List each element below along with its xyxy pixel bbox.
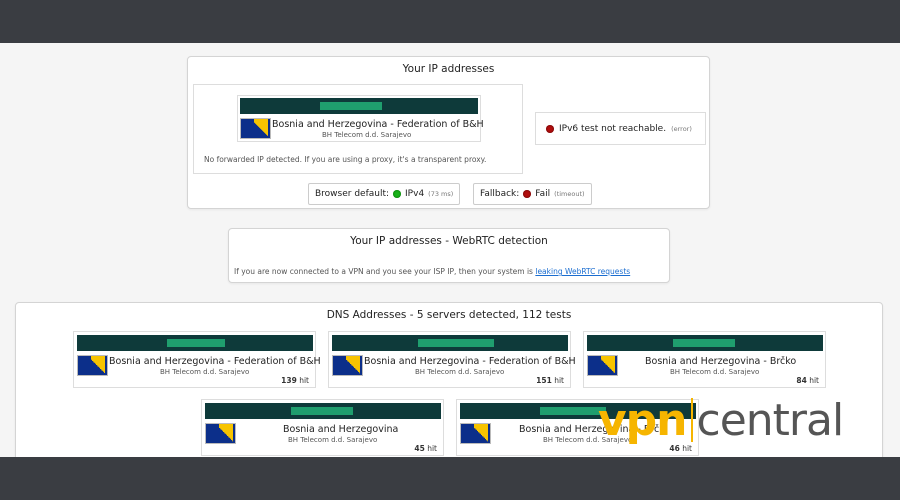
bottom-bar: [0, 457, 900, 500]
dns-country: Bosnia and Herzegovina - Federation of B…: [364, 356, 576, 367]
ipv6-status-detail: (error): [671, 125, 692, 133]
leaking-webrtc-link[interactable]: leaking WebRTC requests: [535, 267, 630, 276]
webrtc-note-text: If you are now connected to a VPN and yo…: [234, 267, 533, 276]
dns-country: Bosnia and Herzegovina - Federation of B…: [109, 356, 321, 367]
dns-country: Bosnia and Herzegovina - Brčko: [645, 356, 797, 367]
fallback-pill: Fallback: Fail (timeout): [473, 183, 592, 205]
webrtc-panel: Your IP addresses - WebRTC detection If …: [228, 228, 670, 283]
redacted-dns-ip: [205, 403, 441, 419]
dns-hit-count: 151 hit: [536, 376, 564, 385]
watermark-vpn-text: vpn: [598, 394, 688, 446]
browser-default-pill: Browser default: IPv4 (73 ms): [308, 183, 461, 205]
browser-default-label: Browser default:: [315, 189, 390, 199]
fallback-detail: (timeout): [554, 190, 585, 198]
fallback-value: Fail: [535, 189, 551, 199]
dns-hit-count: 84 hit: [796, 376, 819, 385]
ip-country: Bosnia and Herzegovina - Federation of B…: [272, 119, 484, 130]
dns-hit-count: 45 hit: [414, 444, 437, 453]
browser-default-value: IPv4: [405, 189, 425, 199]
dns-isp: BH Telecom d.d. Sarajevo: [160, 368, 250, 376]
webrtc-panel-title: Your IP addresses - WebRTC detection: [350, 235, 548, 247]
ipv4-box: Bosnia and Herzegovina - Federation of B…: [193, 84, 523, 174]
top-bar: [0, 0, 900, 43]
forward-note: No forwarded IP detected. If you are usi…: [204, 155, 487, 164]
dns-server-card: Bosnia and Herzegovina - Brčko BH Teleco…: [583, 331, 826, 388]
status-red-dot-icon: [523, 190, 532, 198]
ipv4-card: Bosnia and Herzegovina - Federation of B…: [237, 95, 484, 142]
watermark-central-text: central: [696, 394, 845, 446]
page-content: Your IP addresses Bosnia and Herzegovina…: [0, 43, 900, 457]
dns-isp: BH Telecom d.d. Sarajevo: [288, 436, 378, 444]
bosnia-flag-icon: [332, 355, 363, 376]
vpncentral-watermark-logo: vpn central: [598, 390, 845, 450]
bosnia-flag-icon: [77, 355, 108, 376]
dns-panel-title: DNS Addresses - 5 servers detected, 112 …: [326, 309, 572, 321]
bosnia-flag-icon: [587, 355, 618, 376]
bosnia-flag-icon: [460, 423, 491, 444]
status-red-dot-icon: [546, 125, 554, 133]
dns-isp: BH Telecom d.d. Sarajevo: [670, 368, 760, 376]
redacted-dns-ip: [77, 335, 313, 351]
ipv6-box: IPv6 test not reachable. (error): [535, 112, 706, 145]
ip-isp: BH Telecom d.d. Sarajevo: [322, 131, 412, 139]
redacted-dns-ip: [332, 335, 568, 351]
redacted-ip-address: [240, 98, 478, 114]
fallback-label: Fallback:: [480, 189, 520, 199]
ipv6-status-text: IPv6 test not reachable.: [559, 124, 667, 134]
browser-default-latency: (73 ms): [428, 190, 454, 198]
dns-hit-count: 139 hit: [281, 376, 309, 385]
webrtc-note: If you are now connected to a VPN and yo…: [234, 267, 630, 276]
watermark-separator-icon: [690, 398, 693, 442]
dns-server-card: Bosnia and Herzegovina - Federation of B…: [73, 331, 321, 388]
dns-country: Bosnia and Herzegovina: [283, 424, 399, 435]
status-green-dot-icon: [393, 190, 402, 198]
ip-addresses-panel: Your IP addresses Bosnia and Herzegovina…: [187, 56, 710, 209]
redacted-dns-ip: [587, 335, 823, 351]
bosnia-flag-icon: [205, 423, 236, 444]
dns-server-card: Bosnia and Herzegovina - Federation of B…: [328, 331, 576, 388]
dns-isp: BH Telecom d.d. Sarajevo: [415, 368, 505, 376]
dns-server-card: Bosnia and Herzegovina BH Telecom d.d. S…: [201, 399, 444, 456]
ip-panel-title: Your IP addresses: [402, 63, 495, 75]
bosnia-flag-icon: [240, 118, 271, 139]
